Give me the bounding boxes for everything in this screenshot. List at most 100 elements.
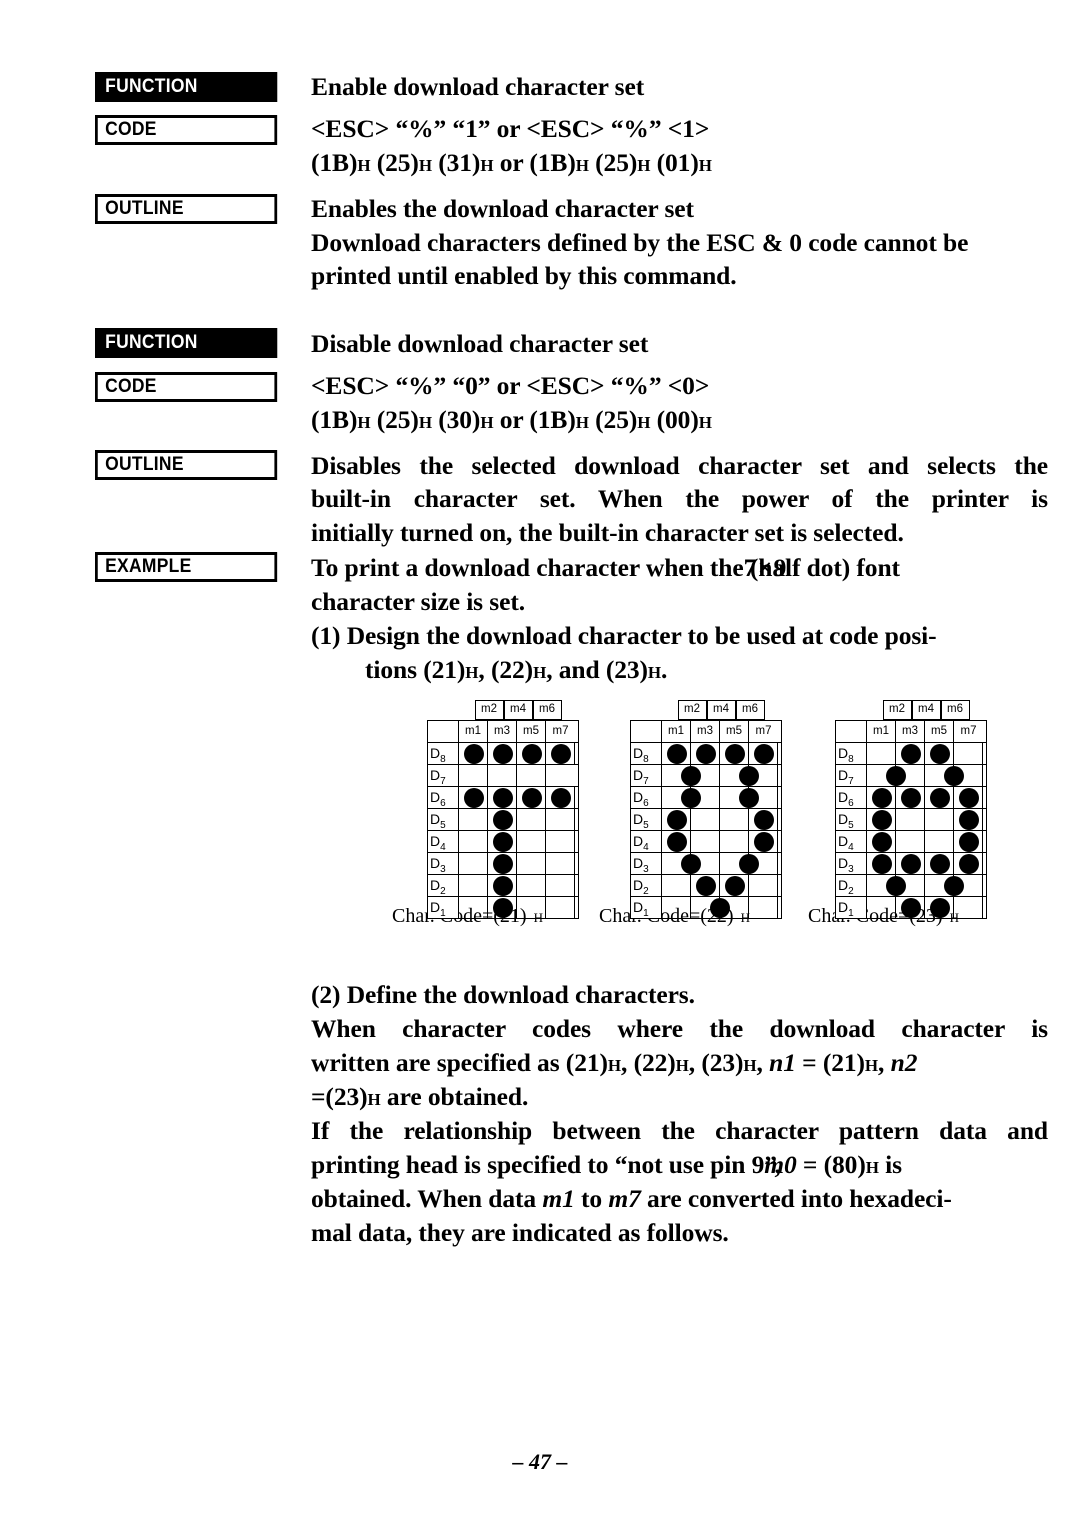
var-m7: m7: [608, 1184, 641, 1213]
matrix-dot: [753, 743, 774, 764]
matrix-row-label-D3: D3: [428, 853, 459, 875]
matrix-row: D3: [631, 853, 781, 875]
example-line1-a: To print a download character when the: [311, 553, 744, 582]
matrix-row-label-D6: D6: [836, 787, 867, 809]
text-part: to: [574, 1184, 609, 1213]
hex-suffix: H: [533, 663, 547, 682]
matrix-row: D8: [428, 743, 578, 765]
hex-part: (01): [650, 148, 699, 177]
example-step1: (1) Design the download character to be …: [311, 619, 937, 652]
matrix-col-header-m4: m4: [911, 700, 941, 720]
matrix-row-label-D2: D2: [836, 875, 867, 897]
text-part: printing head is specified to “not use p…: [311, 1150, 765, 1179]
matrix-row-label-D8: D8: [836, 743, 867, 765]
matrix-row: D6: [428, 787, 578, 809]
matrix-dot: [492, 787, 513, 808]
example-line1-b: (half dot) font: [743, 553, 900, 582]
outline-line1-disable: Disables the selected download character…: [311, 451, 1048, 480]
code-line1-disable: <ESC> “%” “0” or <ESC> “%” <0>: [311, 371, 710, 400]
hex-suffix: H: [647, 663, 662, 682]
matrix-dot: [463, 743, 484, 764]
matrix-dot: [871, 831, 892, 852]
matrix-cell: [954, 743, 983, 764]
outline-line3-disable: initially turned on, the built-in charac…: [311, 518, 904, 547]
example-line2: character size is set.: [311, 587, 525, 616]
hex-suffix: H: [637, 156, 651, 175]
matrix-col-header-m3: m3: [488, 721, 517, 742]
matrix-row: D3: [428, 853, 578, 875]
hex-suffix: H: [675, 1056, 689, 1075]
matrix-grid: m1 m3 m5 m7 D8 D7 D6 D5 D4 D3 D2 D1: [630, 720, 782, 919]
hex-part: (25): [370, 148, 419, 177]
hex-suffix: H: [698, 156, 712, 175]
matrix-cell: [546, 897, 575, 918]
matrix-row-label-D4: D4: [631, 831, 662, 853]
text-part: obtained. When data: [311, 1184, 543, 1213]
matrix-dot: [958, 831, 979, 852]
matrix-cell: [749, 897, 778, 918]
matrix-header-even-row: m2 m4 m6: [663, 700, 782, 720]
hex-suffix: H: [865, 1158, 879, 1177]
matrix-cell: [896, 831, 925, 852]
matrix-dot: [463, 787, 484, 808]
matrix-row: D7: [631, 765, 781, 787]
function-text-enable: Enable download character set: [311, 72, 645, 101]
step2-line-a: When character codes where the download …: [311, 1014, 1048, 1043]
matrix-row: D8: [836, 743, 986, 765]
matrix-dot: [521, 787, 542, 808]
text-part: ,: [878, 1048, 891, 1077]
matrix-dot: [900, 853, 921, 874]
step2-heading-line: (2) Define the download characters.: [311, 978, 695, 1011]
matrix-row-label-D1: D1: [836, 897, 867, 919]
matrix-row-label-D2: D2: [631, 875, 662, 897]
matrix-dot: [739, 765, 759, 786]
matrix-col-header-m3: m3: [896, 721, 925, 742]
step1-cont-c: , and (23): [546, 655, 648, 684]
matrix-dot: [929, 787, 950, 808]
matrix-corner-cell: [631, 721, 662, 742]
caption-text: Char. Code=(23): [808, 905, 943, 927]
matrix-header-even-row: m2 m4 m6: [460, 700, 579, 720]
hex-part: (31): [431, 148, 481, 177]
var-n1: n1: [769, 1048, 796, 1077]
step2-heading: Define the download characters.: [346, 980, 695, 1009]
matrix-col-header-m6: m6: [940, 700, 970, 720]
step2-line-c: =(23)H are obtained.: [311, 1080, 528, 1116]
matrix-dot: [492, 809, 513, 830]
matrix-col-header-m2: m2: [474, 700, 504, 720]
matrix-col-header-m2: m2: [677, 700, 707, 720]
hex-suffix: H: [357, 156, 371, 175]
matrix-col-header-m6: m6: [735, 700, 765, 720]
var-m0: m0: [764, 1150, 797, 1179]
matrix-row: D3: [836, 853, 986, 875]
hex-suffix: H: [367, 1090, 381, 1109]
matrix-row-label-D6: D6: [428, 787, 459, 809]
matrix-dot: [492, 743, 513, 764]
matrix-dot: [681, 787, 701, 808]
matrix-cell: [691, 809, 720, 830]
matrix-cell: [517, 875, 546, 896]
caption-sub: H: [533, 910, 543, 925]
matrix-row: D1: [836, 897, 986, 919]
matrix-dot: [739, 853, 759, 874]
matrix-row: D4: [631, 831, 781, 853]
matrix-dot: [492, 875, 513, 896]
matrix-col-header-m4: m4: [706, 700, 736, 720]
matrix-dot: [550, 743, 571, 764]
matrix-dot: [944, 765, 964, 786]
matrix-col-header-m5: m5: [925, 721, 954, 742]
text-part: = (21): [795, 1048, 865, 1077]
step2-line-d: If the relationship between the characte…: [311, 1116, 1048, 1145]
matrix-cell: [925, 809, 954, 830]
label-outline-enable: OUTLINE: [95, 194, 278, 224]
matrix-cell: [720, 831, 749, 852]
matrix-cell: [749, 875, 778, 896]
matrix-row-label-D5: D5: [631, 809, 662, 831]
label-example: EXAMPLE: [95, 552, 278, 582]
matrix-dot: [681, 765, 701, 786]
matrix-col-header-m2: m2: [882, 700, 912, 720]
hex-part: or (1B): [493, 405, 576, 434]
matrix-col-header-m1: m1: [459, 721, 488, 742]
label-function-enable: FUNCTION: [95, 72, 278, 102]
hex-suffix: H: [465, 663, 479, 682]
